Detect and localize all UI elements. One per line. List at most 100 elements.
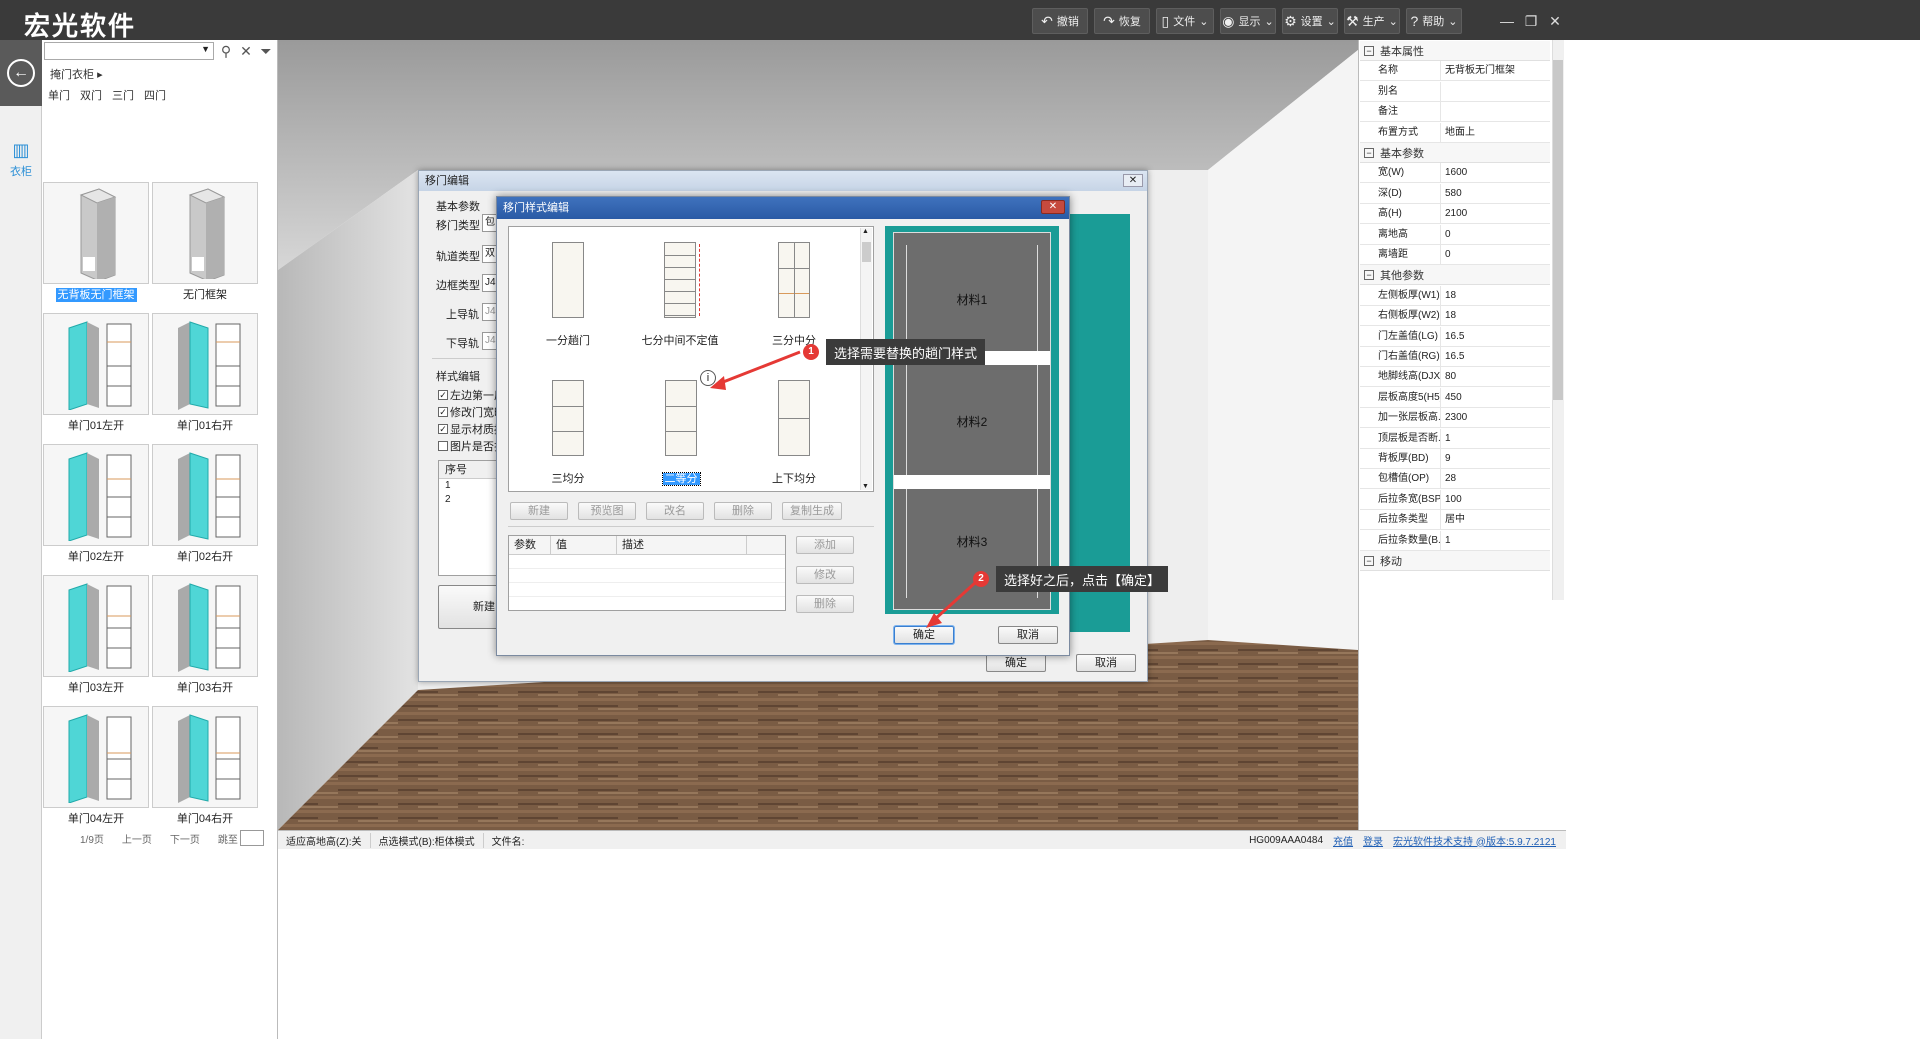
property-value[interactable]: 无背板无门框架 xyxy=(1440,61,1550,81)
filter-icon[interactable]: ⏷ xyxy=(257,42,275,60)
next-page-link[interactable]: 下一页 xyxy=(170,831,200,846)
property-value[interactable]: 28 xyxy=(1440,469,1550,489)
property-row[interactable]: 别名 xyxy=(1360,81,1550,102)
property-row[interactable]: 宽(W) 1600 xyxy=(1360,163,1550,184)
property-value[interactable]: 18 xyxy=(1440,285,1550,305)
style-ok-button[interactable]: 确定 xyxy=(894,626,954,644)
subcat-triple[interactable]: 三门 xyxy=(112,87,134,103)
breadcrumb[interactable]: 掩门衣柜 ▸ xyxy=(50,66,103,82)
maximize-button[interactable]: ❐ xyxy=(1518,8,1544,34)
produce-menu-button[interactable]: ⚒ 生产 ⌄ xyxy=(1344,8,1400,34)
param-delete-button[interactable]: 删除 xyxy=(796,595,854,613)
property-row[interactable]: 包槽值(OP) 28 xyxy=(1360,469,1550,490)
library-tile[interactable] xyxy=(152,182,258,284)
style-order-list[interactable]: 序号 1 2 xyxy=(438,460,498,576)
door-style-thumbnail[interactable] xyxy=(778,242,810,318)
status-mode[interactable]: 点选模式(B):柜体模式 xyxy=(371,832,484,848)
library-tile[interactable] xyxy=(43,182,149,284)
style-preview-button[interactable]: 预览图 xyxy=(578,502,636,520)
support-link[interactable]: 宏光软件技术支持 @版本:5.9.7.2121 xyxy=(1393,833,1556,848)
collapse-icon[interactable]: − xyxy=(1364,269,1374,280)
section-other-params[interactable]: − 其他参数 xyxy=(1360,265,1550,286)
library-tile-label[interactable]: 无门框架 xyxy=(152,286,258,302)
property-row[interactable]: 后拉条宽(BSP) 100 xyxy=(1360,489,1550,510)
door-style-caption[interactable]: 三均分 xyxy=(518,470,618,486)
library-tile-label[interactable]: 单门02左开 xyxy=(43,548,149,564)
door-style-caption[interactable]: 七分中间不定值 xyxy=(630,332,730,348)
option-checkbox[interactable]: 图片是否拉 xyxy=(438,438,496,454)
property-value[interactable] xyxy=(1440,102,1550,122)
redo-button[interactable]: ↷ 恢复 xyxy=(1094,8,1150,34)
style-cancel-button[interactable]: 取消 xyxy=(998,626,1058,644)
subcat-double[interactable]: 双门 xyxy=(80,87,102,103)
library-tile-label[interactable]: 单门04右开 xyxy=(152,810,258,826)
collapse-icon[interactable]: − xyxy=(1364,147,1374,158)
property-value[interactable]: 1600 xyxy=(1440,163,1550,183)
section-basic-params[interactable]: − 基本参数 xyxy=(1360,143,1550,163)
property-row[interactable]: 加一张层板高... 2300 xyxy=(1360,408,1550,429)
checkbox-checked-icon[interactable]: ✓ xyxy=(438,424,448,434)
property-value[interactable] xyxy=(1440,81,1550,101)
section-move[interactable]: − 移动 xyxy=(1360,551,1550,571)
property-value[interactable]: 16.5 xyxy=(1440,347,1550,366)
close-button[interactable]: ✕ xyxy=(1542,8,1568,34)
library-tile[interactable] xyxy=(152,575,258,677)
scroll-down-icon[interactable]: ▼ xyxy=(862,483,869,490)
param-add-button[interactable]: 添加 xyxy=(796,536,854,554)
style-new-button[interactable]: 新建 xyxy=(510,502,568,520)
library-tile-label[interactable]: 单门03右开 xyxy=(152,679,258,695)
property-value[interactable]: 0 xyxy=(1440,245,1550,264)
dialog-close-button[interactable]: ✕ xyxy=(1041,200,1065,214)
property-row[interactable]: 层板高度5(H5) 450 xyxy=(1360,387,1550,408)
property-row[interactable]: 背板厚(BD) 9 xyxy=(1360,449,1550,469)
property-row[interactable]: 离地高 0 xyxy=(1360,224,1550,245)
undo-button[interactable]: ↶ 撤销 xyxy=(1032,8,1088,34)
door-style-thumbnail[interactable] xyxy=(778,380,810,456)
option-checkbox[interactable]: ✓修改门宽时 xyxy=(438,404,496,420)
option-checkbox[interactable]: ✓左边第一扇 xyxy=(438,387,496,403)
login-link[interactable]: 登录 xyxy=(1363,833,1383,848)
property-value[interactable]: 9 xyxy=(1440,449,1550,468)
outer-ok-button[interactable]: 确定 xyxy=(986,654,1046,672)
table-row[interactable] xyxy=(509,583,785,597)
property-row[interactable]: 离墙距 0 xyxy=(1360,245,1550,265)
property-value[interactable]: 1 xyxy=(1440,530,1550,550)
property-row[interactable]: 高(H) 2100 xyxy=(1360,204,1550,225)
prev-page-link[interactable]: 上一页 xyxy=(122,831,152,846)
property-row[interactable]: 左侧板厚(W1) 18 xyxy=(1360,285,1550,306)
scrollbar-thumb[interactable] xyxy=(1553,60,1563,400)
new-style-button[interactable]: 新建 xyxy=(438,585,498,629)
subcat-single[interactable]: 单门 xyxy=(48,87,70,103)
property-value[interactable]: 80 xyxy=(1440,367,1550,387)
library-tile[interactable] xyxy=(152,706,258,808)
library-tile-label[interactable]: 单门01右开 xyxy=(152,417,258,433)
property-value[interactable]: 地面上 xyxy=(1440,122,1550,142)
property-row[interactable]: 后拉条类型 居中 xyxy=(1360,510,1550,531)
scrollbar-thumb[interactable] xyxy=(862,242,871,262)
style-delete-button[interactable]: 删除 xyxy=(714,502,772,520)
param-table[interactable]: 参数 值 描述 xyxy=(508,535,786,611)
door-style-caption[interactable]: 上下均分 xyxy=(744,470,844,486)
table-row[interactable] xyxy=(509,555,785,569)
door-style-caption[interactable]: 一分趟门 xyxy=(518,332,618,348)
settings-menu-button[interactable]: ⚙ 设置 ⌄ xyxy=(1282,8,1338,34)
property-row[interactable]: 名称 无背板无门框架 xyxy=(1360,61,1550,82)
library-tile[interactable] xyxy=(43,575,149,677)
property-value[interactable]: 1 xyxy=(1440,428,1550,448)
collapse-icon[interactable]: − xyxy=(1364,555,1374,566)
subcat-quad[interactable]: 四门 xyxy=(144,87,166,103)
clear-icon[interactable]: ✕ xyxy=(237,42,255,60)
property-row[interactable]: 门右盖值(RG) 16.5 xyxy=(1360,347,1550,367)
library-tile[interactable] xyxy=(152,444,258,546)
door-style-thumbnail[interactable] xyxy=(552,242,584,318)
library-tile-label[interactable]: 单门02右开 xyxy=(152,548,258,564)
minimize-button[interactable]: — xyxy=(1494,8,1520,34)
param-modify-button[interactable]: 修改 xyxy=(796,566,854,584)
status-fit[interactable]: 适应高地高(Z):关 xyxy=(278,832,371,848)
property-row[interactable]: 右侧板厚(W2) 18 xyxy=(1360,306,1550,327)
library-search-input[interactable]: ▼ xyxy=(44,42,214,60)
property-row[interactable]: 门左盖值(LG) 16.5 xyxy=(1360,326,1550,347)
dropdown-arrow-icon[interactable]: ▼ xyxy=(201,44,210,54)
property-value[interactable]: 2300 xyxy=(1440,408,1550,428)
library-tile-label[interactable]: 单门01左开 xyxy=(43,417,149,433)
